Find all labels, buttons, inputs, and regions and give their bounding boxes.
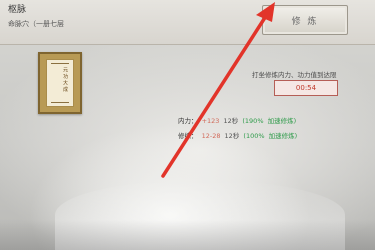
red-arrow-icon xyxy=(161,2,275,178)
